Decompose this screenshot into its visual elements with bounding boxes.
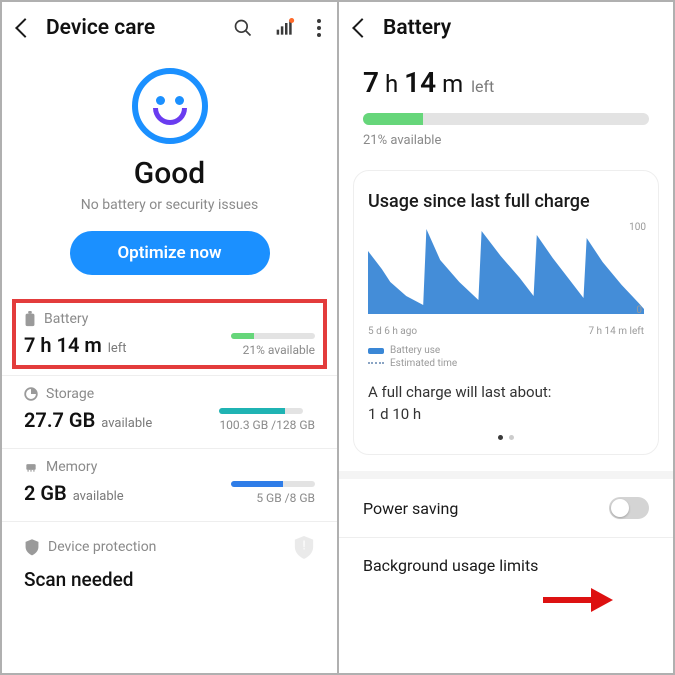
page-title: Battery [383,16,451,40]
power-saving-toggle[interactable] [609,497,649,519]
memory-label: Memory [46,459,97,475]
header: Battery [339,2,673,50]
svg-text:!: ! [302,539,305,554]
storage-icon [24,387,38,401]
full-charge-value: 1 d 10 h [368,405,644,423]
memory-section[interactable]: Memory 2 GB available 5 GB /8 GB [2,449,337,522]
usage-chart: 100 0 [368,224,644,324]
battery-available: 21% available [363,133,649,148]
legend-line-icon [368,362,384,365]
shield-badge-icon: ! [293,534,315,560]
battery-time: 7 h 14 m [24,333,102,357]
background-usage-limits-row[interactable]: Background usage limits [339,538,673,593]
memory-icon [24,460,38,474]
battery-time-remaining: 7 h 14 m left [363,66,649,99]
device-care-screen: Device care Good No battery or security … [2,2,339,673]
full-charge-label: A full charge will last about: [368,383,644,401]
battery-time-suffix: left [108,341,127,356]
chart-x-left: 5 d 6 h ago [368,326,417,337]
optimize-now-button[interactable]: Optimize now [70,231,270,275]
usage-card[interactable]: Usage since last full charge 100 0 5 d 6… [353,170,659,455]
page-indicator[interactable] [368,435,644,440]
status-title: Good [2,156,337,191]
more-icon[interactable] [317,19,321,37]
status-subtitle: No battery or security issues [2,197,337,213]
storage-suffix: available [101,416,152,431]
header: Device care [2,2,337,50]
device-protection-section[interactable]: Device protection ! [2,522,337,564]
battery-section[interactable]: Battery 7 h 14 m left 21% available [2,297,337,376]
bg-limits-label: Background usage limits [363,556,538,575]
storage-ratio: 100.3 GB /128 GB [219,418,315,432]
memory-used: 2 GB [24,481,67,505]
battery-icon [24,311,36,327]
storage-section[interactable]: Storage 27.7 GB available 100.3 GB /128 … [2,376,337,449]
back-icon[interactable] [352,18,372,38]
storage-bar [219,408,303,414]
usage-card-title: Usage since last full charge [368,191,644,212]
storage-label: Storage [46,386,94,402]
scan-needed-label: Scan needed [2,564,337,605]
memory-ratio: 5 GB /8 GB [231,491,315,505]
signal-icon[interactable] [275,18,295,38]
memory-suffix: available [73,489,124,504]
shield-icon [24,538,40,556]
back-icon[interactable] [15,18,35,38]
storage-used: 27.7 GB [24,408,95,432]
battery-label: Battery [44,311,88,327]
power-saving-row[interactable]: Power saving [339,479,673,538]
search-icon[interactable] [233,18,253,38]
battery-bar [231,333,315,339]
status-smiley-icon [2,68,337,144]
power-saving-label: Power saving [363,499,458,518]
section-divider [339,471,673,479]
battery-screen: Battery 7 h 14 m left 21% available Usag… [339,2,673,673]
device-protection-label: Device protection [48,539,156,555]
chart-legend: Battery use Estimated time [368,345,644,369]
page-title: Device care [46,16,155,40]
memory-bar [231,481,315,487]
chart-x-right: 7 h 14 m left [588,326,644,337]
battery-available: 21% available [231,343,315,357]
legend-fill-icon [368,348,384,354]
battery-progress-bar [363,113,649,125]
